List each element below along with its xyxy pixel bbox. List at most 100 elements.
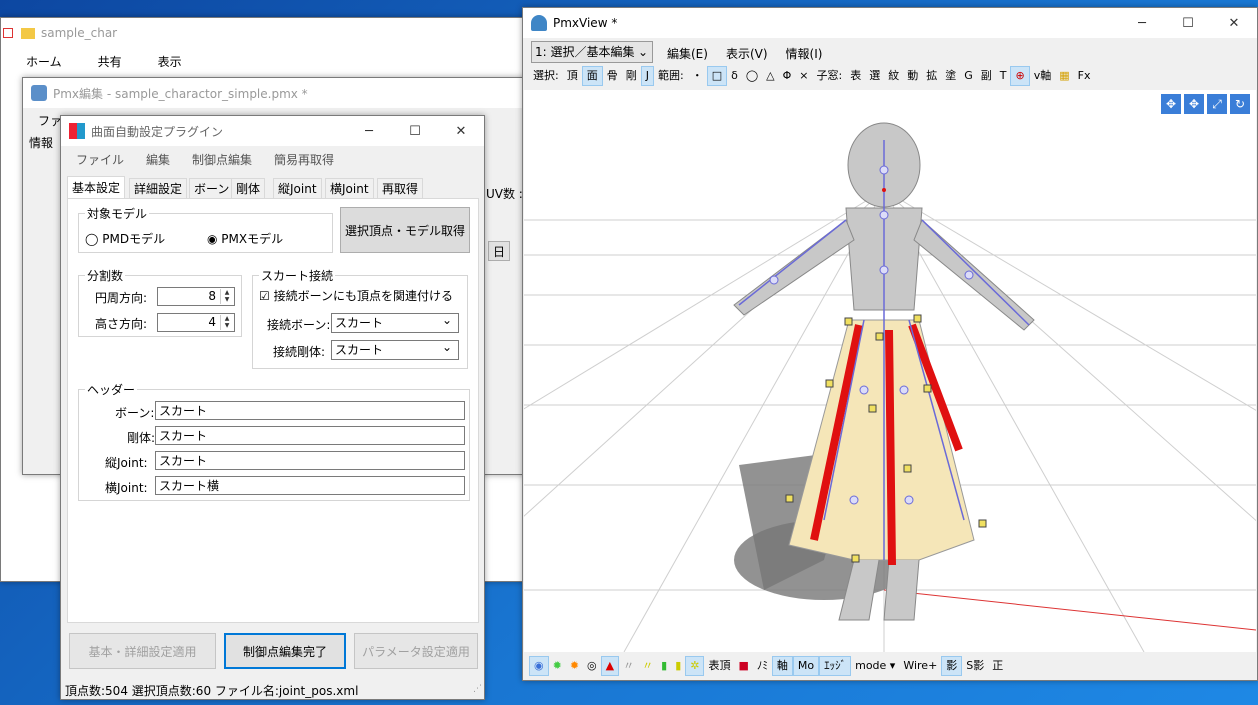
tb-g[interactable]: G [960, 66, 977, 86]
connect-rigid-select[interactable]: スカート [331, 338, 459, 360]
stepper-arrows-icon[interactable]: ▲ ▼ [220, 315, 233, 330]
tab-rigid[interactable]: 剛体 [231, 178, 266, 198]
tb-joint[interactable]: J [640, 66, 654, 86]
tab-vjoint[interactable]: 縦Joint [273, 178, 322, 198]
plugin-menu-reacquire[interactable]: 簡易再取得 [265, 151, 343, 168]
tab-basic[interactable]: 基本設定 [67, 176, 126, 198]
pv-menu-edit[interactable]: 編集(E) [658, 45, 717, 62]
green-cylinder-icon[interactable]: ▮ [657, 656, 671, 676]
pv-menu-info[interactable]: 情報(I) [777, 45, 832, 62]
tb-crest[interactable]: 紋 [884, 66, 903, 86]
hatch-icon[interactable]: 〃 [619, 656, 638, 676]
height-stepper[interactable]: 4 ▲ ▼ [157, 313, 235, 332]
tb-rect[interactable]: □ [706, 66, 728, 86]
tab-detail[interactable]: 詳細設定 [129, 178, 188, 198]
pmx-radio[interactable]: ◉ PMXモデル [207, 230, 283, 247]
tb-circle[interactable]: ◯ [742, 66, 762, 86]
close-button[interactable]: ✕ [438, 116, 484, 146]
ribbon-tab-home[interactable]: ホーム [17, 53, 71, 70]
tb-face-vertex[interactable]: 表頂 [704, 656, 734, 676]
explorer-titlebar[interactable]: sample_char [1, 18, 534, 48]
move-icon[interactable]: ✥ [1184, 94, 1204, 114]
plugin-titlebar[interactable]: 曲面自動設定プラグイン ─ ☐ ✕ [61, 116, 484, 146]
grid-color-icon[interactable]: ▦ [1055, 66, 1073, 86]
header-rigid-field[interactable] [155, 426, 465, 445]
tb-mode[interactable]: mode ▾ [851, 656, 899, 676]
tb-shadow[interactable]: 影 [941, 656, 963, 676]
tb-x[interactable]: × [795, 66, 812, 86]
tb-wire[interactable]: Wire+ [899, 656, 941, 676]
associate-vertices-checkbox[interactable]: ☑ 接続ボーンにも頂点を関連付ける [259, 287, 453, 304]
plugin-menu-file[interactable]: ファイル [67, 151, 133, 168]
tb-morph[interactable]: Mo [792, 656, 820, 676]
star-green-icon[interactable]: ✹ [549, 656, 566, 676]
joint-icon[interactable]: ✲ [685, 656, 705, 676]
tb-sel[interactable]: 選 [865, 66, 884, 86]
tb-delta[interactable]: δ [727, 66, 742, 86]
triangle-red-icon[interactable]: ▲ [600, 656, 620, 676]
tb-vaxis[interactable]: v軸 [1030, 66, 1056, 86]
tb-nomi[interactable]: ﾉﾐ [753, 656, 772, 676]
pmxview-titlebar[interactable]: PmxView * ─ ☐ ✕ [523, 8, 1257, 38]
target-icon[interactable]: ◉ [529, 656, 549, 676]
axis-globe-icon[interactable]: ⊕ [1010, 66, 1030, 86]
editor-titlebar[interactable]: Pmx編集 - sample_charactor_simple.pmx * [23, 78, 536, 108]
tb-phi[interactable]: Φ [779, 66, 796, 86]
tb-bone[interactable]: 骨 [603, 66, 622, 86]
tb-face[interactable]: 面 [581, 66, 603, 86]
plugin-window[interactable]: 曲面自動設定プラグイン ─ ☐ ✕ ファイル 編集 制御点編集 簡易再取得 基本… [60, 115, 485, 700]
mode-select[interactable]: 1: 選択／基本編集 ⌄ [531, 41, 653, 63]
tb-paint[interactable]: 塗 [941, 66, 960, 86]
pan-icon[interactable]: ✥ [1161, 94, 1181, 114]
resize-grip-icon[interactable]: ⋰ [473, 684, 482, 694]
viewport-3d[interactable]: ✥ ✥ ⤢ ↻ [524, 90, 1256, 652]
pv-menu-view[interactable]: 表示(V) [717, 45, 777, 62]
minimize-button[interactable]: ─ [346, 116, 392, 146]
tb-sub[interactable]: 副 [977, 66, 996, 86]
editor-small-button[interactable]: 日 [488, 241, 510, 261]
tab-hjoint[interactable]: 横Joint [325, 178, 374, 198]
tb-sshadow[interactable]: S影 [962, 656, 988, 676]
header-hjoint-field[interactable] [155, 476, 465, 495]
tb-edge[interactable]: ｴｯｼﾞ [819, 656, 852, 676]
get-selection-model-button[interactable]: 選択頂点・モデル取得 [340, 207, 470, 253]
tab-reacquire[interactable]: 再取得 [377, 178, 424, 198]
tb-fx[interactable]: Fx [1074, 66, 1095, 86]
maximize-button[interactable]: ☐ [392, 116, 438, 146]
tb-front[interactable]: 正 [988, 656, 1007, 676]
tb-table[interactable]: 表 [846, 66, 865, 86]
minimize-button[interactable]: ─ [1119, 8, 1165, 38]
apply-basic-button[interactable]: 基本・詳細設定適用 [69, 633, 216, 669]
finish-control-point-button[interactable]: 制御点編集完了 [224, 633, 346, 669]
circumference-stepper[interactable]: 8 ▲ ▼ [157, 287, 235, 306]
tb-dot[interactable]: ・ [688, 66, 707, 86]
ribbon-tab-view[interactable]: 表示 [149, 53, 191, 70]
editor-tab-info[interactable]: 情報 [29, 134, 53, 151]
header-vjoint-field[interactable] [155, 451, 465, 470]
ribbon-tab-share[interactable]: 共有 [89, 53, 131, 70]
tb-scale[interactable]: 拡 [922, 66, 941, 86]
stepper-arrows-icon[interactable]: ▲ ▼ [220, 289, 233, 304]
tb-vertex[interactable]: 頂 [563, 66, 582, 86]
zoom-icon[interactable]: ⤢ [1207, 94, 1227, 114]
pmxview-window[interactable]: PmxView * ─ ☐ ✕ 1: 選択／基本編集 ⌄ 編集(E) 表示(V) … [522, 7, 1258, 681]
plugin-menu-edit[interactable]: 編集 [137, 151, 179, 168]
pmd-radio[interactable]: ◯ PMDモデル [85, 230, 165, 247]
connect-bone-select[interactable]: スカート [331, 311, 459, 333]
plugin-menu-control-points[interactable]: 制御点編集 [183, 151, 261, 168]
tb-move[interactable]: 動 [903, 66, 922, 86]
star-orange-icon[interactable]: ✹ [566, 656, 583, 676]
tab-bone[interactable]: ボーン [189, 178, 235, 198]
tb-t[interactable]: T [996, 66, 1011, 86]
rotate-icon[interactable]: ↻ [1230, 94, 1250, 114]
maximize-button[interactable]: ☐ [1165, 8, 1211, 38]
tb-rigid[interactable]: 剛 [622, 66, 641, 86]
circle-icon[interactable]: ◎ [583, 656, 601, 676]
apply-param-button[interactable]: パラメータ設定適用 [354, 633, 478, 669]
hatch-yellow-icon[interactable]: 〃 [638, 656, 657, 676]
yellow-cylinder-icon[interactable]: ▮ [671, 656, 685, 676]
material-color-icon[interactable]: ■ [734, 656, 752, 676]
tb-triangle[interactable]: △ [762, 66, 778, 86]
close-button[interactable]: ✕ [1211, 8, 1257, 38]
header-bone-field[interactable] [155, 401, 465, 420]
